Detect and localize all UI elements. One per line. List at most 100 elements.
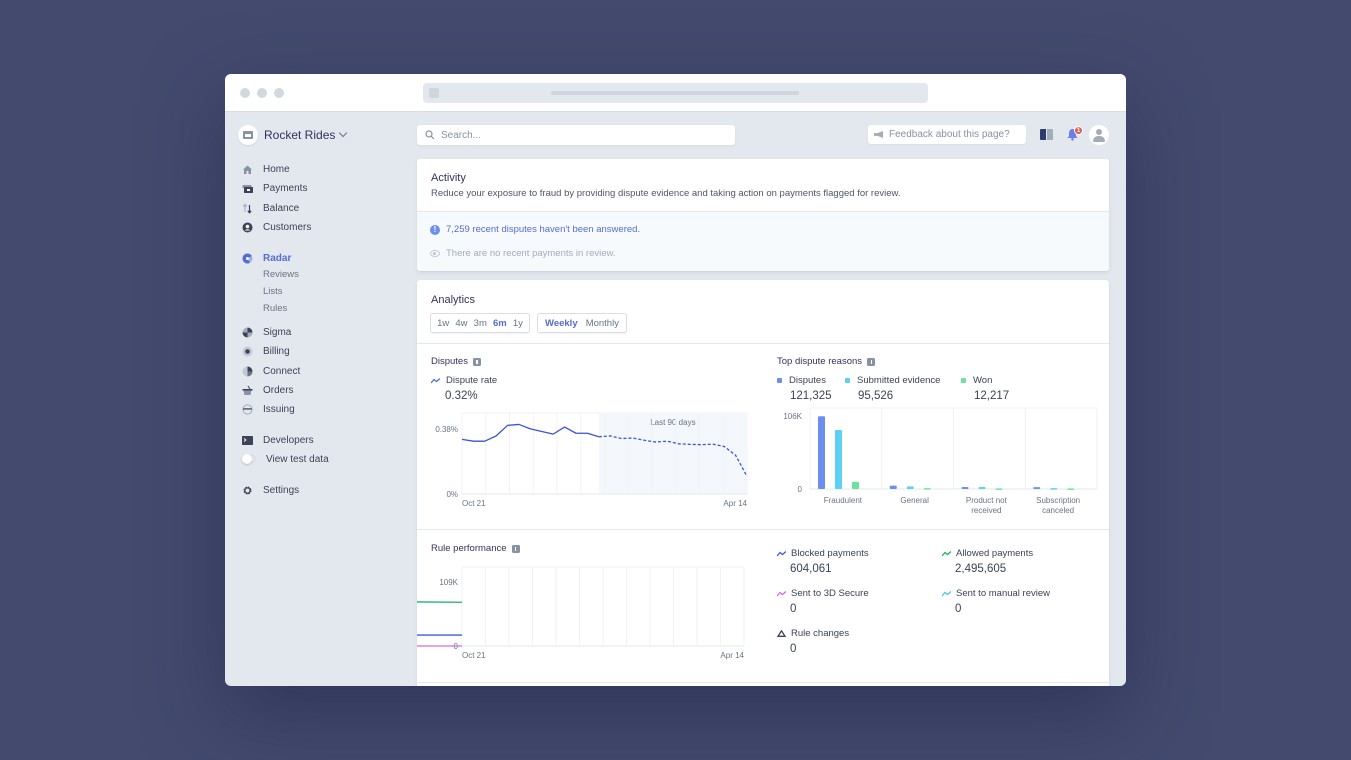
disputes-bar <box>889 485 897 489</box>
recent-disputes-link[interactable]: 7,259 recent disputes <box>446 224 537 235</box>
x-tick-label: Apr 14 <box>720 651 744 660</box>
chevron-down-icon <box>339 128 348 138</box>
sidebar-item-customers[interactable]: Customers <box>242 219 311 235</box>
activity-title: Activity <box>431 172 466 184</box>
y-tick-label: 109K <box>439 578 458 587</box>
legend-sent-to-3d-secure: Sent to 3D Secure <box>777 588 869 599</box>
sidebar-item-label: Billing <box>263 345 290 357</box>
sidebar-item-issuing[interactable]: Issuing <box>242 401 295 417</box>
legend-swatch <box>845 378 850 383</box>
interval-selector: Weekly Monthly <box>537 313 627 333</box>
connect-icon <box>242 366 253 377</box>
last-90-days-label: Last 90 days <box>650 418 695 427</box>
sidebar-item-label: View test data <box>266 453 329 465</box>
sidebar-subitem-lists[interactable]: Lists <box>263 286 283 300</box>
sidebar-item-payments[interactable]: Payments <box>242 180 307 196</box>
category-label: Subscription <box>1036 496 1080 505</box>
feedback-button[interactable]: Feedback about this page? <box>868 125 1026 144</box>
range-option-1y[interactable]: 1y <box>510 318 526 329</box>
disputes-bar <box>1033 487 1041 489</box>
account-name: Rocket Rides <box>264 128 336 142</box>
rule-performance-chart[interactable]: 109K0Oct 21 Apr 14 <box>417 565 762 670</box>
range-selector: 1w 4w 3m 6m 1y <box>430 313 530 333</box>
docs-book-icon[interactable] <box>1040 129 1054 140</box>
divider <box>417 529 1109 530</box>
review-status-text: There are no recent payments in review. <box>446 248 616 259</box>
search-input[interactable] <box>441 129 721 141</box>
search-field[interactable] <box>417 125 735 145</box>
range-option-6m[interactable]: 6m <box>490 318 510 329</box>
customers-icon <box>242 222 253 233</box>
sidebar-item-label: Customers <box>263 221 312 233</box>
billing-icon <box>242 346 253 357</box>
x-tick-label: Oct 21 <box>462 651 486 660</box>
sidebar-item-sigma[interactable]: Sigma <box>242 324 291 340</box>
legend-swatch <box>961 378 966 383</box>
sidebar-item-radar[interactable]: Radar <box>242 250 291 266</box>
info-icon[interactable] <box>472 357 481 366</box>
test-data-toggle[interactable] <box>242 454 256 464</box>
sidebar-item-label: Home <box>263 163 290 175</box>
category-label: Fraudulent <box>824 496 863 505</box>
review-status: There are no recent payments in review. <box>430 248 616 259</box>
info-icon[interactable] <box>511 544 520 553</box>
gear-icon <box>242 485 253 496</box>
info-icon[interactable] <box>867 357 876 366</box>
sidebar-item-connect[interactable]: Connect <box>242 363 300 379</box>
activity-card: Activity Reduce your exposure to fraud b… <box>417 159 1109 271</box>
user-avatar[interactable] <box>1089 125 1109 145</box>
developers-icon <box>242 435 253 446</box>
submitted-evidence-bar <box>906 486 914 489</box>
eye-icon <box>430 250 440 257</box>
legend-label: Rule changes <box>791 628 850 639</box>
sidebar-item-label: Issuing <box>263 403 295 415</box>
issuing-icon <box>242 403 253 415</box>
alert-icon: ! <box>430 224 440 235</box>
range-option-4w[interactable]: 4w <box>452 318 470 329</box>
dispute-rate-chart[interactable]: Last 90 days 0.38% 0% Oct 21 Apr 14 <box>417 405 762 515</box>
payments-icon <box>242 183 253 194</box>
sent-to-3d-secure-total: 0 <box>790 603 797 615</box>
submitted-evidence-bar <box>1050 488 1058 490</box>
sidebar-item-label: Settings <box>263 484 300 496</box>
submitted-evidence-total: 95,526 <box>858 390 894 402</box>
megaphone-icon <box>874 131 883 138</box>
category-label: General <box>900 496 929 505</box>
sidebar-item-settings[interactable]: Settings <box>242 482 299 498</box>
sidebar-item-billing[interactable]: Billing <box>242 343 290 359</box>
browser-window: Rocket Rides Home Payments Balance Customer… <box>225 74 1126 686</box>
sidebar-item-developers[interactable]: Developers <box>242 432 314 448</box>
submitted-evidence-bar <box>978 486 986 489</box>
balance-icon <box>242 203 253 214</box>
account-switcher[interactable]: Rocket Rides <box>238 125 348 145</box>
submitted-evidence-bar <box>835 429 842 489</box>
window-minimize-dot[interactable] <box>257 88 267 98</box>
sidebar-subitem-rules[interactable]: Rules <box>263 303 287 317</box>
sidebar-item-view-test-data[interactable]: View test data <box>242 451 329 467</box>
dispute-reasons-chart[interactable]: 106K 0 Fraudulent General Product notreceive… <box>762 405 1107 520</box>
range-option-3m[interactable]: 3m <box>471 318 490 329</box>
interval-option-monthly[interactable]: Monthly <box>583 318 622 329</box>
interval-option-weekly[interactable]: Weekly <box>542 318 581 329</box>
won-bar <box>1067 488 1075 490</box>
window-maximize-dot[interactable] <box>274 88 284 98</box>
legend-label: Won <box>973 375 993 386</box>
legend-label: Disputes <box>789 375 826 386</box>
sidebar-item-balance[interactable]: Balance <box>242 200 299 216</box>
category-label: received <box>971 506 1001 515</box>
blocked-payments-line <box>417 634 462 636</box>
sidebar-subitem-reviews[interactable]: Reviews <box>263 269 299 283</box>
range-option-1w[interactable]: 1w <box>434 318 452 329</box>
window-close-dot[interactable] <box>240 88 250 98</box>
y-tick-label: 0.38% <box>435 425 458 434</box>
sidebar-item-orders[interactable]: Orders <box>242 382 294 398</box>
address-bar[interactable] <box>423 83 928 103</box>
sidebar-item-label: Orders <box>263 384 294 396</box>
trend-line-icon <box>942 550 951 556</box>
trend-line-icon <box>942 590 951 596</box>
store-icon <box>238 125 258 145</box>
won-total: 12,217 <box>974 390 1010 402</box>
sigma-icon <box>242 327 253 338</box>
sidebar-item-home[interactable]: Home <box>242 161 290 177</box>
activity-subtitle: Reduce your exposure to fraud by providi… <box>431 188 901 199</box>
